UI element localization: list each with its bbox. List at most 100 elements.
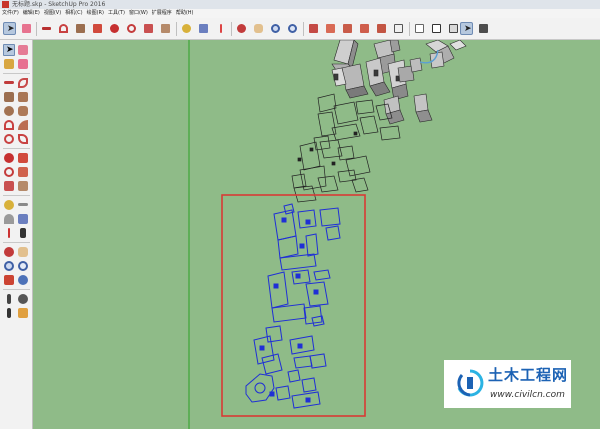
palette-separator <box>3 195 30 196</box>
move-icon <box>110 24 119 33</box>
back-view-button[interactable] <box>375 22 388 35</box>
circle-tool-button[interactable] <box>3 105 15 117</box>
rotate-tool-button[interactable] <box>3 166 15 178</box>
tape-measure-button[interactable] <box>3 199 15 211</box>
dimension-icon <box>18 203 28 206</box>
menu-file[interactable]: 文件(F) <box>2 9 19 18</box>
shaded-style-button[interactable] <box>447 22 460 35</box>
3-point-arc-icon <box>18 134 28 144</box>
push-pull-icon <box>18 153 28 163</box>
orbit-icon <box>237 24 246 33</box>
offset-tool-button[interactable] <box>17 180 29 192</box>
position-camera-button[interactable] <box>3 293 15 305</box>
2-point-arc-button[interactable] <box>3 133 15 145</box>
rotate-tool-button[interactable] <box>125 22 138 35</box>
iso-view-button[interactable] <box>307 22 320 35</box>
civil-logo-icon <box>457 369 484 397</box>
right-view-button[interactable] <box>358 22 371 35</box>
push-pull-tool-button[interactable] <box>91 22 104 35</box>
footprints-icon <box>7 308 11 318</box>
axes-tool-button[interactable] <box>214 22 227 35</box>
menu-view[interactable]: 视图(V) <box>44 9 61 18</box>
3-point-arc-button[interactable] <box>17 133 29 145</box>
freehand-tool-button[interactable] <box>17 77 29 89</box>
protractor-button[interactable] <box>3 213 15 225</box>
pan-tool-button[interactable] <box>17 246 29 258</box>
extruded-buildings <box>331 40 467 125</box>
shaded-icon <box>449 24 458 33</box>
menu-window[interactable]: 窗口(W) <box>129 9 148 18</box>
follow-me-button[interactable] <box>17 166 29 178</box>
polygon-tool-button[interactable] <box>17 105 29 117</box>
menu-edit[interactable]: 编辑(E) <box>23 9 40 18</box>
arc-tool-button[interactable] <box>3 119 15 131</box>
eraser-icon <box>18 59 28 69</box>
menu-extensions[interactable]: 扩展程序 <box>152 9 172 18</box>
zoom-tool-button[interactable] <box>3 260 15 272</box>
move-tool-button[interactable] <box>3 152 15 164</box>
eraser-button[interactable] <box>17 58 29 70</box>
tape-measure-icon <box>182 24 191 33</box>
section-plane-button[interactable] <box>17 307 29 319</box>
front-view-icon <box>343 24 352 33</box>
look-around-button[interactable] <box>17 293 29 305</box>
x-ray-style-button[interactable] <box>413 22 426 35</box>
line-tool-button[interactable] <box>3 77 15 89</box>
rotated-rectangle-button[interactable] <box>17 91 29 103</box>
axes-tool-button[interactable] <box>3 227 15 239</box>
top-view-button[interactable] <box>324 22 337 35</box>
eraser-tool-button[interactable] <box>20 22 33 35</box>
zoom-window-button[interactable] <box>17 260 29 272</box>
previous-view-button[interactable] <box>17 274 29 286</box>
right-view-icon <box>360 24 369 33</box>
textured-style-button[interactable]: ➤ <box>460 22 473 35</box>
monochrome-style-button[interactable] <box>477 22 490 35</box>
menu-tools[interactable]: 工具(T) <box>108 9 125 18</box>
camera-icon <box>7 294 11 304</box>
toolbar-separator <box>231 22 232 36</box>
arc-tool-button[interactable] <box>57 22 70 35</box>
move-tool-button[interactable] <box>108 22 121 35</box>
pie-tool-button[interactable] <box>17 119 29 131</box>
zoom-extents-tool-button[interactable] <box>286 22 299 35</box>
text-tool-button[interactable] <box>197 22 210 35</box>
section-plane-icon <box>18 308 28 318</box>
freehand-icon <box>18 78 28 88</box>
select-tool-button[interactable]: ➤ <box>3 22 16 35</box>
paint-bucket-button[interactable] <box>3 58 15 70</box>
orbit-tool-button[interactable] <box>3 246 15 258</box>
pencil-icon <box>4 81 14 84</box>
left-view-button[interactable] <box>392 22 405 35</box>
rectangle-tool-button[interactable] <box>3 91 15 103</box>
zoom-extents-button[interactable] <box>3 274 15 286</box>
text-icon <box>199 24 208 33</box>
main-toolbar: ➤ ➤ <box>0 18 600 40</box>
walk-tool-button[interactable] <box>3 307 15 319</box>
rectangle-tool-button[interactable] <box>74 22 87 35</box>
monochrome-icon <box>479 24 488 33</box>
dimension-tool-button[interactable] <box>17 199 29 211</box>
line-tool-button[interactable] <box>40 22 53 35</box>
menu-bar: 文件(F) 编辑(E) 视图(V) 相机(C) 绘图(R) 工具(T) 窗口(W… <box>0 9 600 18</box>
menu-camera[interactable]: 相机(C) <box>65 9 82 18</box>
menu-help[interactable]: 帮助(H) <box>176 9 194 18</box>
offset-tool-button[interactable] <box>159 22 172 35</box>
menu-draw[interactable]: 绘图(R) <box>87 9 104 18</box>
orbit-tool-button[interactable] <box>235 22 248 35</box>
text-tool-button[interactable] <box>17 213 29 225</box>
text-icon <box>18 214 28 224</box>
select-tool-button[interactable]: ➤ <box>3 44 15 56</box>
scale-tool-button[interactable] <box>142 22 155 35</box>
watermark-url: www.civilcn.com <box>490 390 565 400</box>
zoom-tool-button[interactable] <box>269 22 282 35</box>
3d-text-button[interactable] <box>17 227 29 239</box>
wireframe-style-button[interactable] <box>430 22 443 35</box>
scale-tool-button[interactable] <box>3 180 15 192</box>
back-view-icon <box>377 24 386 33</box>
pan-tool-button[interactable] <box>252 22 265 35</box>
push-pull-button[interactable] <box>17 152 29 164</box>
make-component-button[interactable] <box>17 44 29 56</box>
arc-icon <box>59 24 68 33</box>
tape-measure-tool-button[interactable] <box>180 22 193 35</box>
front-view-button[interactable] <box>341 22 354 35</box>
